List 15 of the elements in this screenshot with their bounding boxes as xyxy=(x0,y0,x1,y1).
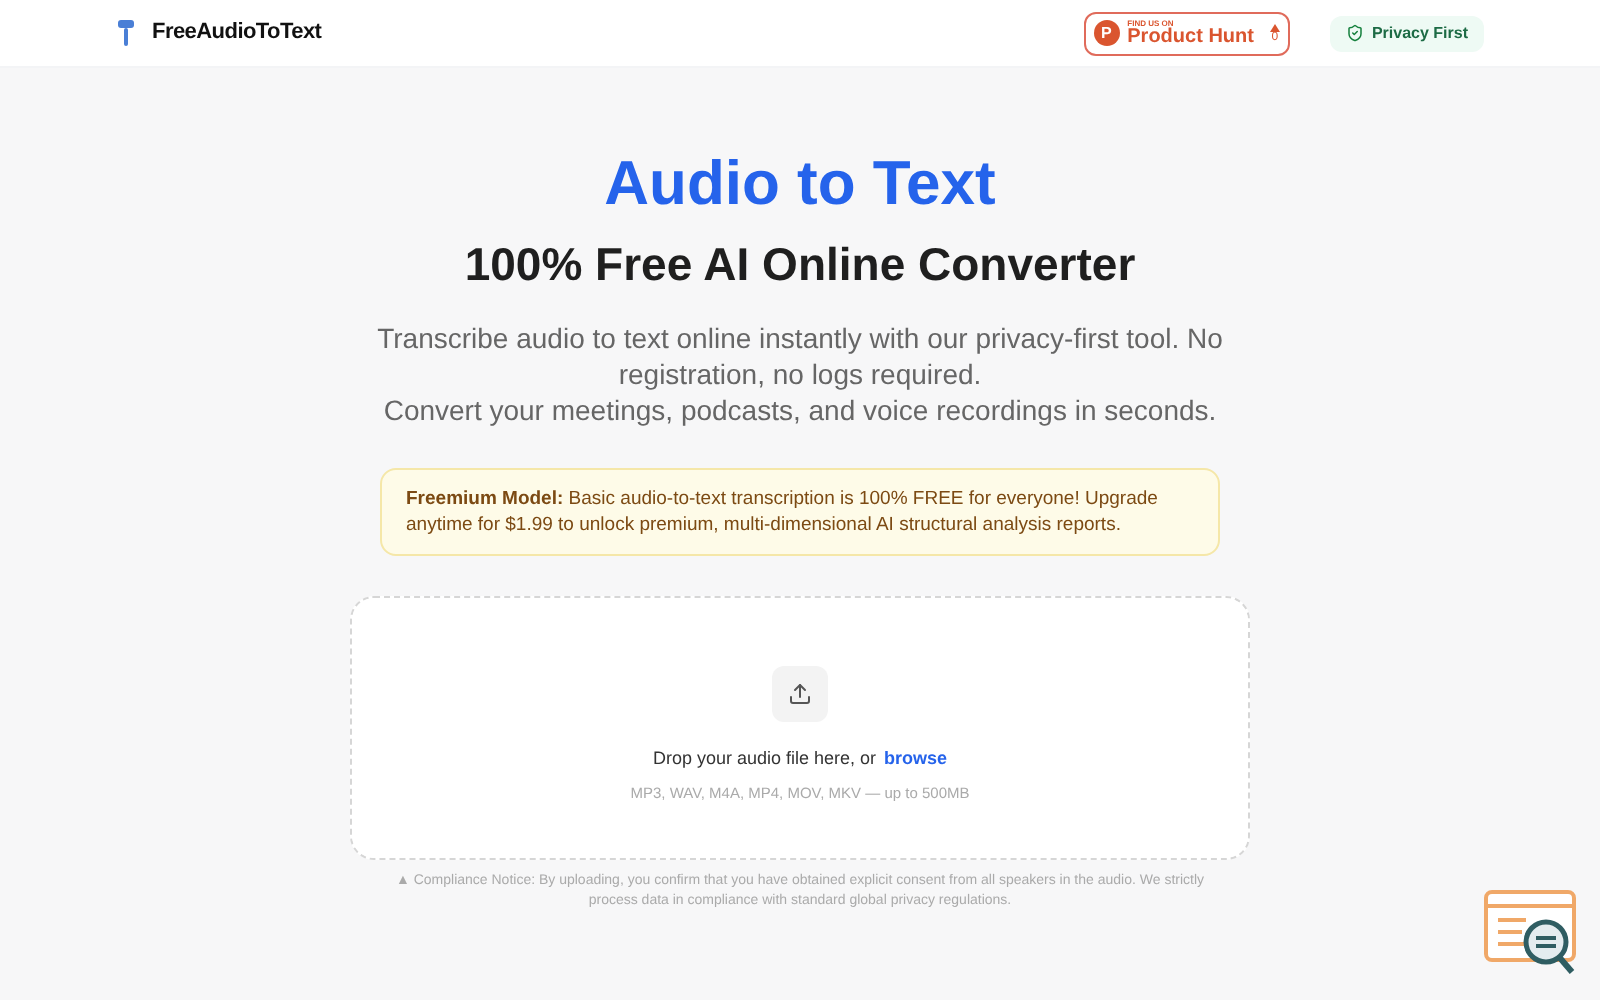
privacy-badge: Privacy First xyxy=(1329,15,1484,51)
search-document-icon[interactable] xyxy=(1482,888,1582,980)
drop-prompt: Drop your audio file here, or xyxy=(652,746,877,772)
upvote-icon xyxy=(1269,23,1280,31)
product-hunt-logo: P xyxy=(1093,20,1120,46)
browse-link[interactable]: browse xyxy=(884,746,948,773)
hero-title: Audio to Text xyxy=(604,152,996,214)
badge-name: Product Hunt xyxy=(1127,27,1254,47)
hero-description: Transcribe audio to text online instantly with our privacy-first tool. No registration, no logs required. xyxy=(375,320,1225,392)
brand-name[interactable]: FreeAudioToText xyxy=(152,16,322,50)
shield-icon xyxy=(1345,24,1364,42)
freemium-notice: Freemium Model: Basic audio-to-text transcription is 100% FREE for everyone! Upgrade anytime for $1.99 to unlock premium, multi-dimensional AI structural analysis reports. xyxy=(380,468,1220,556)
hero-description: Convert your meetings, podcasts, and voice recordings in seconds. xyxy=(381,392,1219,428)
hero-subtitle: 100% Free AI Online Converter xyxy=(464,242,1136,288)
upload-icon xyxy=(772,666,828,722)
